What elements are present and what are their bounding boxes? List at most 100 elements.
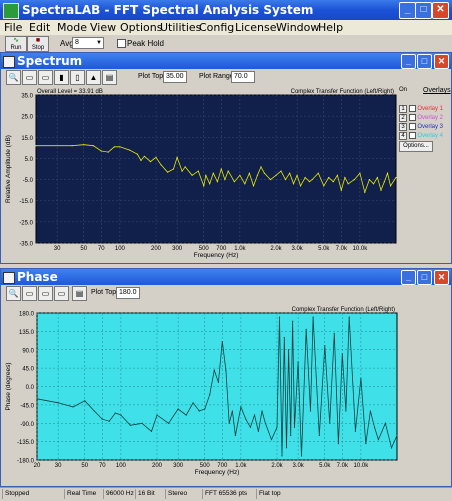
phase-minimize-button[interactable]: _ bbox=[401, 270, 416, 285]
phase-data-point bbox=[360, 377, 362, 379]
spectrum-data-point bbox=[136, 153, 139, 155]
spectrum-plot-top-field[interactable]: 35.00 bbox=[163, 71, 187, 83]
spectrum-close-button[interactable]: ✕ bbox=[434, 54, 449, 69]
overlay-number: 3 bbox=[399, 123, 407, 132]
status-field: Flat top bbox=[256, 489, 299, 499]
phase-close-button[interactable]: ✕ bbox=[434, 270, 449, 285]
spectrum-data-point bbox=[212, 172, 214, 174]
phase-data-point bbox=[72, 406, 74, 408]
spectrum-data-point bbox=[167, 171, 169, 173]
overlay-item[interactable]: 1 Overlay 1 bbox=[399, 105, 443, 114]
phase-data-point bbox=[283, 336, 285, 339]
phase-x-tick-label: 2.0k bbox=[271, 463, 283, 469]
menu-config[interactable]: Config bbox=[199, 21, 234, 34]
log-scale-icon[interactable]: ▭ bbox=[38, 70, 53, 85]
spectrum-y-tick-label: -15.0 bbox=[19, 199, 33, 205]
maximize-button[interactable]: □ bbox=[415, 2, 432, 19]
spectrum-title-bar: Spectrum _ □ ✕ bbox=[1, 53, 451, 69]
table-icon[interactable]: ▤ bbox=[102, 70, 117, 85]
phase-data-point bbox=[213, 369, 215, 371]
overlay-checkbox[interactable] bbox=[408, 123, 416, 130]
title-bar: SpectraLAB - FFT Spectral Analysis Syste… bbox=[0, 0, 452, 20]
phase-title-bar: Phase _ □ ✕ bbox=[1, 269, 451, 285]
phase-data-point bbox=[192, 402, 194, 404]
phase-plot-top-label: Plot Top: bbox=[91, 289, 119, 296]
phase-data-point bbox=[305, 328, 307, 330]
overlay-item[interactable]: 3 Overlay 3 bbox=[399, 123, 443, 132]
phase-unwrap-icon[interactable]: ▭ bbox=[54, 286, 69, 301]
spectrum-data-point bbox=[340, 189, 342, 191]
peak-icon[interactable]: ▲ bbox=[86, 70, 101, 85]
peak-hold-label: Peak Hold bbox=[127, 39, 164, 48]
options-button[interactable]: Options... bbox=[399, 141, 433, 152]
spectrum-data-point bbox=[184, 166, 186, 168]
stop-button[interactable]: ■ Stop bbox=[27, 36, 49, 52]
spectrum-data-point bbox=[227, 170, 229, 172]
phase-zoom-icon[interactable]: 🔍 bbox=[6, 286, 21, 301]
avg-select[interactable]: 8 ▼ bbox=[72, 37, 104, 49]
close-button[interactable]: ✕ bbox=[432, 2, 449, 19]
phase-log-scale-icon[interactable]: ▭ bbox=[38, 286, 53, 301]
bar-icon[interactable]: ▮ bbox=[54, 70, 69, 85]
overlay-checkbox[interactable] bbox=[408, 132, 416, 139]
phase-maximize-button[interactable]: □ bbox=[417, 270, 432, 285]
phase-linear-scale-icon[interactable]: ▭ bbox=[22, 286, 37, 301]
status-field: 16 Bit bbox=[135, 489, 164, 499]
phase-data-point bbox=[324, 345, 326, 347]
phase-data-point bbox=[209, 394, 211, 396]
phase-data-point bbox=[204, 408, 206, 410]
overlay-item[interactable]: 2 Overlay 2 bbox=[399, 114, 443, 123]
phase-data-point bbox=[369, 410, 371, 412]
avg-value: 8 bbox=[75, 39, 79, 46]
spectrum-data-point bbox=[216, 181, 219, 183]
status-field: Stereo bbox=[165, 489, 201, 499]
overlay-checkbox[interactable] bbox=[408, 114, 416, 121]
spectrum-data-point bbox=[128, 149, 130, 151]
phase-data-point bbox=[384, 422, 386, 424]
overlays-panel: Overlays On 1 Overlay 12 Overlay 23 Over… bbox=[399, 85, 451, 175]
overlay-item[interactable]: 4 Overlay 4 bbox=[399, 132, 444, 141]
spectrum-data-point bbox=[323, 185, 325, 187]
overlay-name: Overlay 4 bbox=[417, 133, 444, 140]
spectrum-data-point bbox=[269, 178, 272, 181]
run-button[interactable]: ∿ Run bbox=[5, 36, 27, 52]
menu-edit[interactable]: Edit bbox=[29, 21, 50, 34]
phase-plot-top-field[interactable]: 180.0 bbox=[116, 287, 140, 299]
phase-x-tick-label: 200 bbox=[152, 463, 163, 469]
phase-data-point bbox=[156, 414, 158, 416]
spectrum-minimize-button[interactable]: _ bbox=[401, 54, 416, 69]
menu-utilities[interactable]: Utilities bbox=[160, 21, 201, 34]
phase-data-point bbox=[245, 418, 247, 420]
phase-x-tick-label: 300 bbox=[173, 463, 184, 469]
phase-data-point bbox=[329, 422, 331, 424]
zoom-icon[interactable]: 🔍 bbox=[6, 70, 21, 85]
linear-scale-icon[interactable]: ▭ bbox=[22, 70, 37, 85]
menu-mode[interactable]: Mode bbox=[57, 21, 87, 34]
bar-outline-icon[interactable]: ▯ bbox=[70, 70, 85, 85]
menu-view[interactable]: View bbox=[90, 21, 116, 34]
spectrum-data-point bbox=[296, 174, 298, 176]
menu-window[interactable]: Window bbox=[276, 21, 319, 34]
menu-help[interactable]: Help bbox=[318, 21, 343, 34]
phase-chart-title: Complex Transfer Function (Left/Right) bbox=[292, 307, 395, 313]
menu-file[interactable]: File bbox=[4, 21, 22, 34]
plot-range-field[interactable]: 70.0 bbox=[231, 71, 255, 83]
phase-data-point bbox=[84, 400, 86, 402]
spectrum-data-point bbox=[308, 181, 311, 183]
phase-table-icon[interactable]: ▤ bbox=[72, 286, 87, 301]
menu-license[interactable]: License bbox=[235, 21, 276, 34]
spectrum-x-tick-label: 5.0k bbox=[318, 246, 330, 252]
menu-options[interactable]: Options bbox=[120, 21, 162, 34]
overlay-checkbox[interactable] bbox=[408, 105, 416, 112]
overlay-number: 4 bbox=[399, 132, 407, 141]
spectrum-data-point bbox=[353, 178, 355, 181]
minimize-button[interactable]: _ bbox=[399, 2, 416, 19]
phase-data-point bbox=[300, 455, 303, 457]
spectrum-data-point bbox=[275, 174, 277, 176]
phase-data-point bbox=[168, 422, 170, 424]
spectrum-maximize-button[interactable]: □ bbox=[417, 54, 432, 69]
spectrum-data-point bbox=[395, 176, 397, 179]
spectrum-x-tick-label: 300 bbox=[172, 246, 183, 252]
phase-y-tick-label: 0.0 bbox=[26, 385, 35, 391]
peak-hold-checkbox[interactable] bbox=[117, 39, 126, 48]
